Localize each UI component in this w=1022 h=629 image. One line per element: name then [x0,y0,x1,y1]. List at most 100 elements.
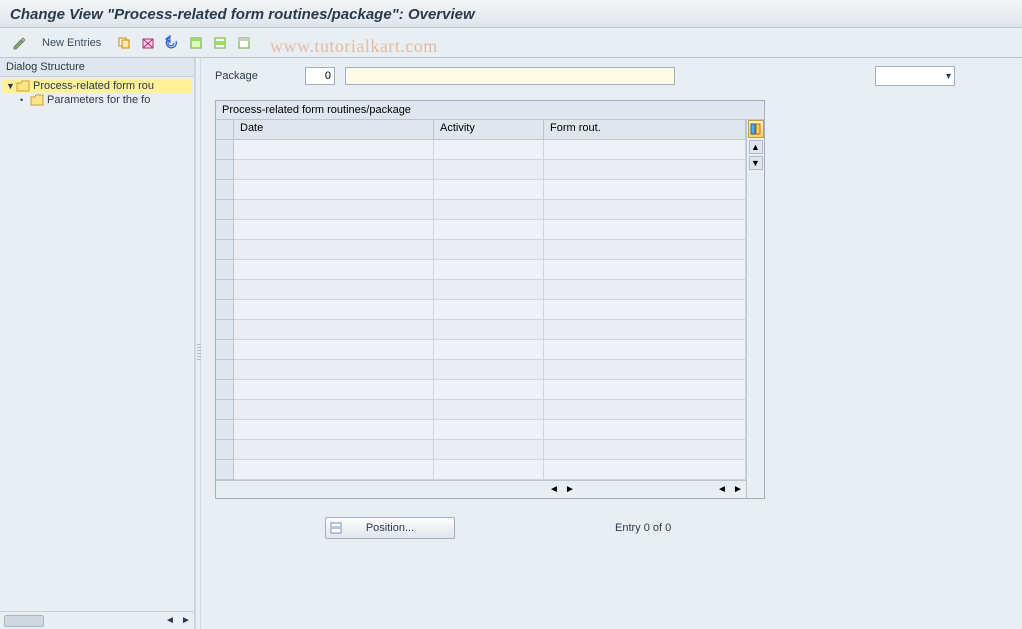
table-row[interactable] [216,440,746,460]
cell-date[interactable] [234,180,434,200]
cell-activity[interactable] [434,180,544,200]
column-header-form-rout[interactable]: Form rout. [544,120,746,140]
cell-date[interactable] [234,300,434,320]
table-row[interactable] [216,460,746,480]
cell-form-rout[interactable] [544,200,746,220]
row-selector[interactable] [216,240,234,260]
cell-activity[interactable] [434,340,544,360]
row-selector[interactable] [216,400,234,420]
cell-form-rout[interactable] [544,320,746,340]
toggle-display-change-button[interactable] [8,32,30,54]
scroll-left-icon[interactable]: ◄ [714,484,730,495]
delete-button[interactable] [137,32,159,54]
table-row[interactable] [216,140,746,160]
row-selector[interactable] [216,280,234,300]
cell-activity[interactable] [434,240,544,260]
cell-form-rout[interactable] [544,360,746,380]
row-selector[interactable] [216,340,234,360]
cell-date[interactable] [234,460,434,480]
row-selector[interactable] [216,180,234,200]
row-selector-header[interactable] [216,120,234,140]
column-header-activity[interactable]: Activity [434,120,544,140]
cell-form-rout[interactable] [544,280,746,300]
deselect-all-button[interactable] [233,32,255,54]
row-selector[interactable] [216,300,234,320]
tree-item-parameters[interactable]: • Parameters for the fo [2,93,192,107]
cell-activity[interactable] [434,440,544,460]
cell-activity[interactable] [434,360,544,380]
configure-columns-button[interactable] [748,120,764,138]
cell-activity[interactable] [434,220,544,240]
cell-form-rout[interactable] [544,260,746,280]
cell-date[interactable] [234,420,434,440]
cell-form-rout[interactable] [544,460,746,480]
cell-activity[interactable] [434,460,544,480]
cell-date[interactable] [234,320,434,340]
select-all-button[interactable] [185,32,207,54]
table-row[interactable] [216,360,746,380]
row-selector[interactable] [216,220,234,240]
cell-form-rout[interactable] [544,340,746,360]
table-row[interactable] [216,240,746,260]
undo-change-button[interactable] [161,32,183,54]
scroll-right-icon[interactable]: ► [562,484,578,495]
cell-date[interactable] [234,360,434,380]
cell-form-rout[interactable] [544,160,746,180]
package-name-input[interactable] [345,67,675,85]
table-row[interactable] [216,180,746,200]
cell-date[interactable] [234,280,434,300]
cell-form-rout[interactable] [544,220,746,240]
table-row[interactable] [216,200,746,220]
table-row[interactable] [216,260,746,280]
tree-expand-icon[interactable]: ▼ [6,81,16,91]
row-selector[interactable] [216,140,234,160]
table-horizontal-scrollbar[interactable]: ◄ ► ◄ ► [216,480,746,498]
table-row[interactable] [216,220,746,240]
scroll-up-icon[interactable]: ▲ [749,140,763,154]
cell-form-rout[interactable] [544,420,746,440]
cell-form-rout[interactable] [544,380,746,400]
cell-activity[interactable] [434,280,544,300]
cell-date[interactable] [234,260,434,280]
cell-date[interactable] [234,140,434,160]
row-selector[interactable] [216,260,234,280]
table-row[interactable] [216,400,746,420]
cell-date[interactable] [234,380,434,400]
row-selector[interactable] [216,420,234,440]
table-row[interactable] [216,280,746,300]
cell-date[interactable] [234,220,434,240]
package-number-input[interactable] [305,67,335,85]
row-selector[interactable] [216,460,234,480]
cell-date[interactable] [234,240,434,260]
cell-activity[interactable] [434,420,544,440]
cell-form-rout[interactable] [544,400,746,420]
cell-activity[interactable] [434,160,544,180]
row-selector[interactable] [216,360,234,380]
row-selector[interactable] [216,440,234,460]
scroll-left-icon[interactable]: ◄ [162,615,178,626]
table-row[interactable] [216,320,746,340]
cell-activity[interactable] [434,200,544,220]
cell-activity[interactable] [434,140,544,160]
cell-form-rout[interactable] [544,440,746,460]
row-selector[interactable] [216,160,234,180]
row-selector[interactable] [216,380,234,400]
copy-as-button[interactable] [113,32,135,54]
scroll-left-icon[interactable]: ◄ [546,484,562,495]
column-header-date[interactable]: Date [234,120,434,140]
cell-activity[interactable] [434,320,544,340]
tree-item-process-related[interactable]: ▼ Process-related form rou [2,79,192,93]
cell-form-rout[interactable] [544,180,746,200]
row-selector[interactable] [216,200,234,220]
cell-activity[interactable] [434,260,544,280]
table-row[interactable] [216,160,746,180]
cell-form-rout[interactable] [544,300,746,320]
unnamed-dropdown[interactable]: ▾ [875,66,955,86]
scroll-right-icon[interactable]: ► [730,484,746,495]
cell-date[interactable] [234,400,434,420]
scroll-right-icon[interactable]: ► [178,615,194,626]
sidebar-horizontal-scrollbar[interactable]: ◄ ► [0,611,194,629]
table-row[interactable] [216,340,746,360]
splitter-handle[interactable] [195,58,201,629]
position-button[interactable]: Position... [325,517,455,539]
